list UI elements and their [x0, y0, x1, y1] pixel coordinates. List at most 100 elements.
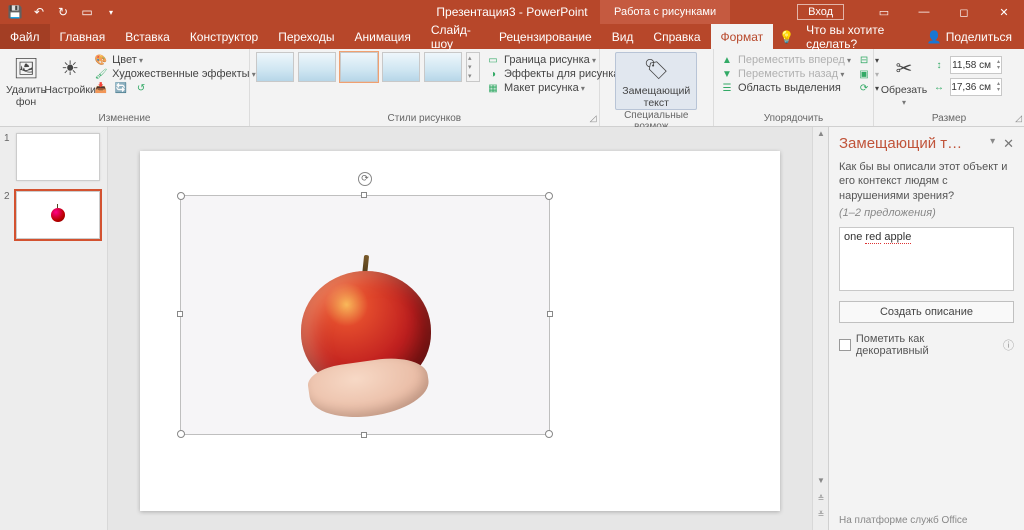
- alt-text-input[interactable]: one red apple: [839, 227, 1014, 291]
- decorative-label: Пометить как декоративный: [856, 333, 998, 357]
- tab-slideshow[interactable]: Слайд-шоу: [421, 24, 489, 49]
- slide-thumb-1[interactable]: [16, 133, 100, 181]
- pane-footer: На платформе служб Office: [839, 509, 1014, 526]
- resize-handle[interactable]: [361, 192, 367, 198]
- slide-thumbnails-pane: 1 2: [0, 127, 108, 530]
- next-slide-icon[interactable]: ≚: [813, 510, 829, 524]
- scroll-up-icon[interactable]: ▲: [813, 129, 829, 143]
- slide-thumb-2[interactable]: [16, 191, 100, 239]
- bring-forward-menu: ▲Переместить вперед: [720, 54, 851, 66]
- slideshow-icon[interactable]: ▭: [76, 1, 98, 23]
- selected-picture[interactable]: ⟳: [180, 195, 550, 435]
- resize-handle[interactable]: [361, 432, 367, 438]
- pane-options-icon[interactable]: ▾: [990, 136, 995, 152]
- compress-reset-row[interactable]: 📥 🔄 ↺: [94, 82, 256, 94]
- style-thumb[interactable]: [340, 52, 378, 82]
- effects-icon: ◑: [486, 68, 500, 80]
- close-icon[interactable]: ✕: [984, 0, 1024, 24]
- resize-handle[interactable]: [177, 430, 185, 438]
- picture-content: [291, 251, 441, 416]
- resize-handle[interactable]: [545, 430, 553, 438]
- pane-hint: (1–2 предложения): [839, 207, 1014, 219]
- height-input[interactable]: 11,58 см: [950, 56, 1002, 74]
- crop-button[interactable]: ✂ Обрезать: [880, 52, 928, 108]
- slide-number: 2: [4, 191, 12, 239]
- selection-pane-button[interactable]: ☰Область выделения: [720, 82, 851, 94]
- tellme-icon: 💡: [773, 30, 800, 44]
- undo-icon[interactable]: ↶: [28, 1, 50, 23]
- tab-transitions[interactable]: Переходы: [268, 24, 344, 49]
- share-icon: 👤: [927, 30, 942, 44]
- resize-handle[interactable]: [547, 311, 553, 317]
- reset-picture-icon[interactable]: ↺: [134, 82, 148, 94]
- tellme-input[interactable]: Что вы хотите сделать?: [800, 23, 915, 51]
- pane-close-icon[interactable]: ✕: [1003, 136, 1014, 152]
- tab-review[interactable]: Рецензирование: [489, 24, 602, 49]
- decorative-checkbox[interactable]: [839, 339, 851, 351]
- title-bar: 💾 ↶ ↻ ▭ ▾ Презентация3 - PowerPoint Рабо…: [0, 0, 1024, 24]
- styles-dialog-launcher-icon[interactable]: ◿: [590, 113, 597, 124]
- alt-text-button[interactable]: 🏷 Замещающий текст: [615, 52, 697, 110]
- align-icon: ⊟: [857, 54, 871, 66]
- redo-icon[interactable]: ↻: [52, 1, 74, 23]
- tab-design[interactable]: Конструктор: [180, 24, 268, 49]
- resize-handle[interactable]: [545, 192, 553, 200]
- picture-styles-gallery[interactable]: ▴▾▾: [256, 52, 480, 82]
- group-icon: ▣: [857, 68, 871, 80]
- gallery-more-icon[interactable]: ▴▾▾: [466, 52, 480, 82]
- slide-canvas-area[interactable]: ⟳: [108, 127, 812, 530]
- width-input[interactable]: 17,36 см: [950, 78, 1002, 96]
- share-button[interactable]: 👤Поделиться: [915, 30, 1024, 44]
- pane-title: Замещающий т…: [839, 135, 962, 152]
- size-dialog-launcher-icon[interactable]: ◿: [1015, 113, 1022, 124]
- backward-icon: ▼: [720, 68, 734, 80]
- style-thumb[interactable]: [298, 52, 336, 82]
- alt-text-pane: Замещающий т… ▾ ✕ Как бы вы описали этот…: [828, 127, 1024, 530]
- send-backward-menu: ▼Переместить назад: [720, 68, 851, 80]
- group-label-styles: Стили рисунков: [256, 113, 593, 126]
- remove-background-icon: 🖼: [12, 54, 40, 82]
- tab-format[interactable]: Формат: [711, 24, 774, 49]
- artistic-effects-menu[interactable]: 🖌Художественные эффекты: [94, 68, 256, 80]
- tab-animations[interactable]: Анимация: [345, 24, 421, 49]
- resize-handle[interactable]: [177, 311, 183, 317]
- alt-text-icon: 🏷: [642, 55, 670, 83]
- style-thumb[interactable]: [256, 52, 294, 82]
- scroll-down-icon[interactable]: ▼: [813, 476, 829, 490]
- corrections-button[interactable]: ☀ Настройки: [46, 52, 94, 96]
- group-label-arrange: Упорядочить: [720, 113, 867, 126]
- tab-home[interactable]: Главная: [50, 24, 116, 49]
- crop-icon: ✂: [890, 54, 918, 82]
- signin-button[interactable]: Вход: [797, 4, 844, 20]
- prev-slide-icon[interactable]: ≙: [813, 494, 829, 508]
- vertical-scrollbar[interactable]: ▲ ▼ ≙ ≚: [812, 127, 828, 530]
- resize-handle[interactable]: [177, 192, 185, 200]
- compress-icon[interactable]: 📥: [94, 82, 108, 94]
- qat-customize-icon[interactable]: ▾: [100, 1, 122, 23]
- info-icon[interactable]: ⓘ: [1003, 337, 1014, 353]
- window-title: Презентация3 - PowerPoint: [436, 5, 587, 19]
- layout-icon: ▦: [486, 82, 500, 94]
- tab-file[interactable]: Файл: [0, 24, 50, 49]
- generate-description-button[interactable]: Создать описание: [839, 301, 1014, 323]
- minimize-icon[interactable]: —: [904, 0, 944, 24]
- ribbon-tabs: Файл Главная Вставка Конструктор Переход…: [0, 24, 1024, 49]
- color-menu[interactable]: 🎨Цвет: [94, 54, 256, 66]
- slide-number: 1: [4, 133, 12, 181]
- tab-insert[interactable]: Вставка: [115, 24, 180, 49]
- style-thumb[interactable]: [382, 52, 420, 82]
- change-picture-icon[interactable]: 🔄: [114, 82, 128, 94]
- contextual-tab-title: Работа с рисунками: [600, 0, 730, 24]
- border-icon: ▭: [486, 54, 500, 66]
- slide[interactable]: ⟳: [140, 151, 780, 511]
- save-icon[interactable]: 💾: [4, 1, 26, 23]
- style-thumb[interactable]: [424, 52, 462, 82]
- maximize-icon[interactable]: ◻: [944, 0, 984, 24]
- remove-background-button[interactable]: 🖼 Удалить фон: [6, 52, 46, 108]
- group-label-adjust: Изменение: [6, 113, 243, 126]
- tab-view[interactable]: Вид: [602, 24, 644, 49]
- ribbon-options-icon[interactable]: ▭: [864, 0, 904, 24]
- pane-description: Как бы вы описали этот объект и его конт…: [839, 160, 1014, 203]
- tab-help[interactable]: Справка: [643, 24, 710, 49]
- rotate-handle-icon[interactable]: ⟳: [358, 172, 372, 186]
